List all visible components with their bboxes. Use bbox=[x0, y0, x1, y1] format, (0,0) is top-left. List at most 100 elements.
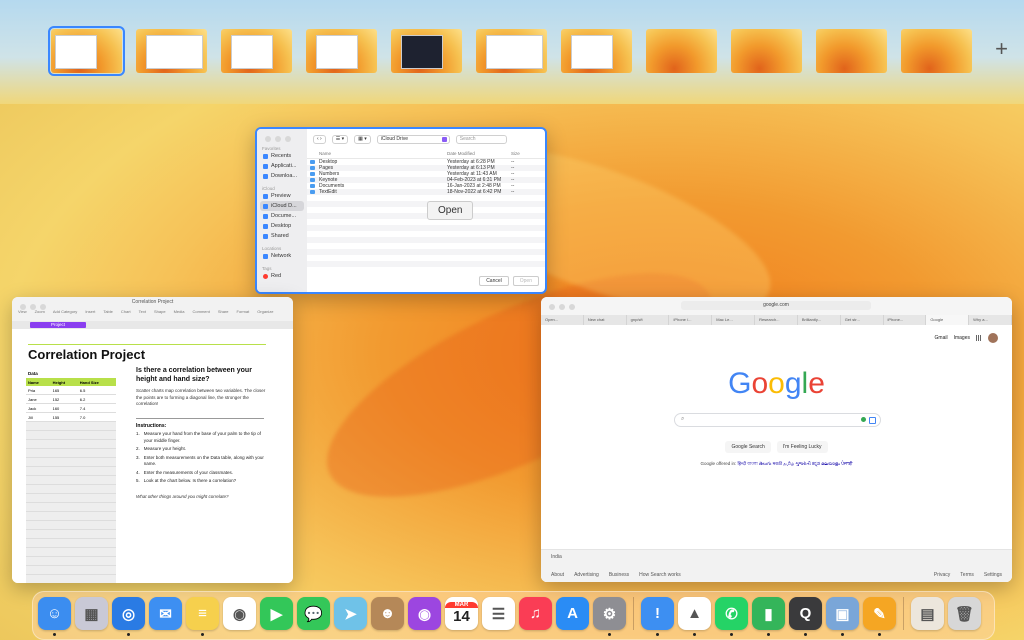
table-cell[interactable] bbox=[77, 466, 116, 476]
table-row[interactable]: Jack 160 7.4 bbox=[26, 403, 116, 413]
table-cell[interactable] bbox=[77, 538, 116, 548]
table-row[interactable] bbox=[26, 511, 116, 521]
sidebar-item-favorites-1[interactable]: Applicati... bbox=[257, 161, 307, 171]
table-row[interactable] bbox=[26, 448, 116, 458]
sidebar-item-icloud-3[interactable]: Desktop bbox=[257, 221, 307, 231]
table-cell[interactable] bbox=[77, 421, 116, 431]
toolbar-zoom[interactable]: Zoom bbox=[35, 309, 45, 314]
open-button[interactable]: Open bbox=[512, 276, 539, 286]
numbers-icon[interactable]: ▮ bbox=[752, 597, 785, 636]
notes-icon[interactable]: ≡ bbox=[186, 597, 219, 636]
table-cell[interactable] bbox=[77, 439, 116, 449]
tab-4[interactable]: Mac Le... bbox=[712, 315, 756, 325]
microphone-icon[interactable] bbox=[861, 417, 866, 422]
table-row[interactable]: Jane 152 6.2 bbox=[26, 394, 116, 404]
chrome-icon[interactable]: ◉ bbox=[223, 597, 256, 630]
numbers-window[interactable]: Correlation Project View Zoom Add Category… bbox=[12, 297, 293, 583]
reminders-icon[interactable]: ☰ bbox=[482, 597, 515, 630]
table-cell[interactable] bbox=[77, 448, 116, 458]
sidebar-item-favorites-2[interactable]: Downloa... bbox=[257, 171, 307, 181]
column-header[interactable]: Hand Size bbox=[77, 378, 116, 386]
group-button[interactable]: ▦ ▾ bbox=[354, 134, 371, 144]
table-cell[interactable] bbox=[26, 484, 51, 494]
address-bar[interactable]: google.com bbox=[681, 301, 871, 310]
messages-icon[interactable]: 💬 bbox=[297, 597, 330, 630]
table-cell[interactable] bbox=[26, 493, 51, 503]
feedback-icon[interactable]: ! bbox=[641, 597, 674, 636]
table-cell[interactable] bbox=[26, 538, 51, 548]
images-link[interactable]: Images bbox=[954, 335, 970, 341]
table-cell[interactable] bbox=[50, 565, 78, 575]
table-cell[interactable] bbox=[77, 484, 116, 494]
cancel-button[interactable]: Cancel bbox=[479, 276, 509, 286]
toolbar-view[interactable]: View bbox=[18, 309, 27, 314]
space-thumbnail[interactable] bbox=[136, 29, 207, 73]
toolbar-media[interactable]: Media bbox=[174, 309, 185, 314]
table-row[interactable] bbox=[26, 565, 116, 575]
table-row[interactable] bbox=[26, 484, 116, 494]
table-cell[interactable]: 160 bbox=[50, 403, 78, 413]
table-cell[interactable] bbox=[77, 502, 116, 512]
table-cell[interactable] bbox=[50, 556, 78, 566]
calendar-icon[interactable]: MAR 14 bbox=[445, 597, 478, 630]
toolbar-shape[interactable]: Shape bbox=[154, 309, 166, 314]
tab-project[interactable]: Project bbox=[30, 322, 86, 328]
table-cell[interactable]: 6.5 bbox=[77, 386, 116, 395]
table-row[interactable] bbox=[26, 430, 116, 440]
table-row[interactable] bbox=[26, 421, 116, 431]
column-header[interactable]: Height bbox=[50, 378, 78, 386]
table-cell[interactable] bbox=[26, 574, 51, 583]
column-name[interactable]: Name bbox=[307, 149, 447, 158]
maps-icon[interactable]: ➤ bbox=[334, 597, 367, 630]
table-cell[interactable] bbox=[26, 421, 51, 431]
facetime-icon[interactable]: ▶ bbox=[260, 597, 293, 630]
toolbar-organize[interactable]: Organize bbox=[257, 309, 273, 314]
table-cell[interactable] bbox=[50, 547, 78, 557]
table-cell[interactable] bbox=[50, 502, 78, 512]
sidebar-item-icloud-1[interactable]: iCloud D... bbox=[260, 201, 304, 211]
lens-icon[interactable] bbox=[869, 417, 876, 424]
table-row[interactable]: Pria 165 6.5 bbox=[26, 386, 116, 395]
table-cell[interactable] bbox=[50, 430, 78, 440]
space-thumbnail[interactable] bbox=[306, 29, 377, 73]
toolbar-share[interactable]: Share bbox=[218, 309, 229, 314]
table-cell[interactable] bbox=[26, 502, 51, 512]
tab-8[interactable]: iPhone... bbox=[884, 315, 927, 325]
safari-window[interactable]: google.com Open... New chat gnp/sft iPhone … bbox=[541, 297, 1012, 582]
table-cell[interactable] bbox=[50, 457, 78, 467]
add-space-button[interactable]: + bbox=[995, 36, 1008, 62]
table-cell[interactable] bbox=[26, 430, 51, 440]
table-cell[interactable] bbox=[77, 574, 116, 583]
table-cell[interactable] bbox=[77, 511, 116, 521]
table-cell[interactable]: Jack bbox=[26, 403, 51, 413]
table-cell[interactable]: Pria bbox=[26, 386, 51, 395]
table-cell[interactable] bbox=[77, 547, 116, 557]
gmail-link[interactable]: Gmail bbox=[935, 335, 948, 341]
table-cell[interactable] bbox=[77, 529, 116, 539]
table-cell[interactable]: 152 bbox=[50, 394, 78, 404]
finder-icon[interactable]: ☺ bbox=[38, 597, 71, 636]
table-cell[interactable]: 155 bbox=[50, 412, 78, 422]
table-cell[interactable] bbox=[77, 475, 116, 485]
space-thumbnail[interactable] bbox=[561, 29, 632, 73]
table-cell[interactable] bbox=[26, 547, 51, 557]
tab-1[interactable]: New chat bbox=[584, 315, 627, 325]
toolbar-chart[interactable]: Chart bbox=[121, 309, 131, 314]
space-thumbnail[interactable] bbox=[391, 29, 462, 73]
footer-link[interactable]: Privacy bbox=[934, 572, 950, 578]
file-row[interactable]: TextEdit 18-Nov-2022 at 6:42 PM -- bbox=[307, 189, 545, 195]
table-cell[interactable] bbox=[26, 529, 51, 539]
tab-2[interactable]: gnp/sft bbox=[627, 315, 670, 325]
toolbar-insert[interactable]: Insert bbox=[85, 309, 95, 314]
tab-5[interactable]: Research... bbox=[755, 315, 798, 325]
tab-0[interactable]: Open... bbox=[541, 315, 584, 325]
table-cell[interactable] bbox=[50, 529, 78, 539]
whatsapp-icon[interactable]: ✆ bbox=[715, 597, 748, 636]
table-cell[interactable] bbox=[50, 484, 78, 494]
preview-icon[interactable]: ▣ bbox=[826, 597, 859, 636]
downloads-stack-icon[interactable]: ▤ bbox=[911, 597, 944, 630]
space-thumbnail[interactable] bbox=[221, 29, 292, 73]
space-thumbnail[interactable] bbox=[731, 29, 802, 73]
table-cell[interactable] bbox=[77, 493, 116, 503]
table-row[interactable] bbox=[26, 466, 116, 476]
